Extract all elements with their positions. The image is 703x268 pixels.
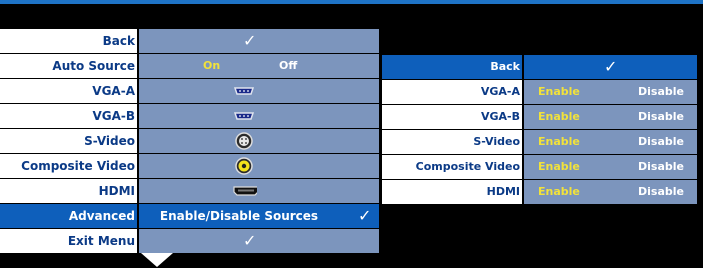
menu-item-label: Exit Menu xyxy=(67,234,135,248)
menu-item-s-video[interactable]: S-Video xyxy=(0,129,379,153)
disable-option[interactable]: Disable xyxy=(638,130,684,154)
enable-option[interactable]: Enable xyxy=(538,130,580,154)
disable-option[interactable]: Disable xyxy=(638,80,684,104)
menu-item-advanced[interactable]: Advanced Enable/Disable Sources ✓ xyxy=(0,204,379,228)
auto-source-on-option[interactable]: On xyxy=(203,54,220,78)
menu-item-label: HDMI xyxy=(98,184,135,198)
enable-option[interactable]: Enable xyxy=(538,105,580,129)
menu-item-hdmi[interactable]: HDMI xyxy=(0,179,379,203)
menu-item-exit-menu[interactable]: Exit Menu ✓ xyxy=(0,229,379,253)
panel-row-label: Back xyxy=(490,60,520,73)
check-icon: ✓ xyxy=(243,231,257,250)
menu-item-composite-video[interactable]: Composite Video xyxy=(0,154,379,178)
panel-row-label: VGA-A xyxy=(480,85,520,98)
composite-connector-icon xyxy=(235,157,253,175)
menu-item-label: VGA-A xyxy=(92,84,135,98)
panel-row-label: Composite Video xyxy=(415,160,520,173)
menu-item-auto-source[interactable]: Auto Source On Off xyxy=(0,54,379,78)
vga-connector-icon xyxy=(233,87,255,95)
osd-input-menu: Back ✓ Auto Source On Off VGA-A VGA-B S-… xyxy=(0,29,379,253)
top-accent-bar xyxy=(0,0,703,4)
menu-item-back[interactable]: Back ✓ xyxy=(0,29,379,53)
panel-row-label: S-Video xyxy=(473,135,520,148)
auto-source-off-option[interactable]: Off xyxy=(279,54,297,78)
panel-row-label: HDMI xyxy=(486,185,520,198)
menu-item-label: Advanced xyxy=(68,209,135,223)
vga-connector-icon xyxy=(233,112,255,120)
panel-row-vga-a: VGA-A Enable Disable xyxy=(382,80,697,104)
panel-row-vga-b: VGA-B Enable Disable xyxy=(382,105,697,129)
panel-back-row[interactable]: Back ✓ xyxy=(382,55,697,79)
panel-row-s-video: S-Video Enable Disable xyxy=(382,130,697,154)
advanced-value: Enable/Disable Sources xyxy=(159,209,319,223)
disable-option[interactable]: Disable xyxy=(638,155,684,179)
check-icon: ✓ xyxy=(243,31,257,50)
menu-item-label: VGA-B xyxy=(92,109,135,123)
menu-item-label: Composite Video xyxy=(21,159,135,173)
hdmi-connector-icon xyxy=(233,186,257,196)
menu-item-label: S-Video xyxy=(84,134,135,148)
svideo-connector-icon xyxy=(235,132,253,150)
enable-disable-sources-panel: Back ✓ VGA-A Enable Disable VGA-B Enable… xyxy=(382,55,697,204)
enable-option[interactable]: Enable xyxy=(538,80,580,104)
panel-row-hdmi: HDMI Enable Disable xyxy=(382,180,697,204)
panel-row-composite-video: Composite Video Enable Disable xyxy=(382,155,697,179)
disable-option[interactable]: Disable xyxy=(638,180,684,204)
menu-item-vga-a[interactable]: VGA-A xyxy=(0,79,379,103)
menu-item-label: Auto Source xyxy=(52,59,135,73)
check-icon: ✓ xyxy=(604,57,618,76)
menu-item-vga-b[interactable]: VGA-B xyxy=(0,104,379,128)
menu-item-label: Back xyxy=(102,34,135,48)
disable-option[interactable]: Disable xyxy=(638,105,684,129)
scroll-down-arrow-icon[interactable] xyxy=(141,253,173,267)
enable-option[interactable]: Enable xyxy=(538,180,580,204)
panel-row-label: VGA-B xyxy=(480,110,520,123)
check-icon: ✓ xyxy=(358,206,372,225)
enable-option[interactable]: Enable xyxy=(538,155,580,179)
